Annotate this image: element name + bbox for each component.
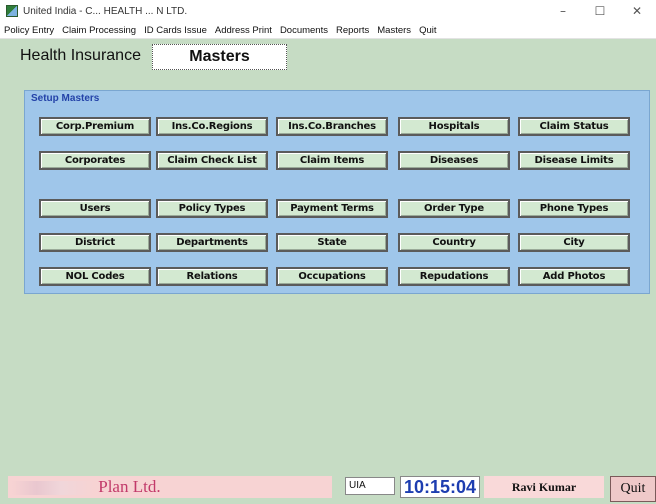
menu-claim-processing[interactable]: Claim Processing [58,25,140,36]
occupations-button[interactable]: Occupations [276,267,388,286]
setup-masters-panel: Setup Masters Corp.Premium Ins.Co.Regions… [24,90,650,294]
ins-co-regions-button[interactable]: Ins.Co.Regions [156,117,268,136]
ins-co-branches-button[interactable]: Ins.Co.Branches [276,117,388,136]
minimize-button[interactable]: – [548,2,578,20]
status-bar: Plan Ltd. UIA 10:15:04 Ravi Kumar Quit [0,474,656,504]
claim-status-button[interactable]: Claim Status [518,117,630,136]
claim-check-list-button[interactable]: Claim Check List [156,151,268,170]
add-photos-button[interactable]: Add Photos [518,267,630,286]
disease-limits-button[interactable]: Disease Limits [518,151,630,170]
menu-documents[interactable]: Documents [276,25,332,36]
module-label: Health Insurance [20,47,141,64]
brand-text: Plan Ltd. [98,477,161,496]
relations-button[interactable]: Relations [156,267,268,286]
brand-obscured-text [12,481,94,496]
brand-banner: Plan Ltd. [8,476,332,498]
district-button[interactable]: District [39,233,151,252]
corporates-button[interactable]: Corporates [39,151,151,170]
hospitals-button[interactable]: Hospitals [398,117,510,136]
diseases-button[interactable]: Diseases [398,151,510,170]
payment-terms-button[interactable]: Payment Terms [276,199,388,218]
phone-types-button[interactable]: Phone Types [518,199,630,218]
quit-button[interactable]: Quit [610,476,656,502]
menu-masters[interactable]: Masters [373,25,415,36]
state-button[interactable]: State [276,233,388,252]
menu-policy-entry[interactable]: Policy Entry [0,25,58,36]
menu-address-print[interactable]: Address Print [211,25,276,36]
corp-premium-button[interactable]: Corp.Premium [39,117,151,136]
claim-items-button[interactable]: Claim Items [276,151,388,170]
window-title: United India - C... HEALTH ... N LTD. [23,5,188,17]
maximize-button[interactable]: ☐ [585,2,615,20]
menu-bar: Policy Entry Claim Processing ID Cards I… [0,22,656,39]
policy-types-button[interactable]: Policy Types [156,199,268,218]
city-button[interactable]: City [518,233,630,252]
menu-quit[interactable]: Quit [415,25,440,36]
app-window: United India - C... HEALTH ... N LTD. – … [0,0,656,504]
departments-button[interactable]: Departments [156,233,268,252]
tab-masters[interactable]: Masters [152,44,287,70]
user-name-display: Ravi Kumar [484,476,604,498]
nol-codes-button[interactable]: NOL Codes [39,267,151,286]
user-code-field: UIA [345,477,395,495]
repudations-button[interactable]: Repudations [398,267,510,286]
title-bar: United India - C... HEALTH ... N LTD. – … [0,0,656,22]
users-button[interactable]: Users [39,199,151,218]
setup-masters-title: Setup Masters [31,93,100,104]
order-type-button[interactable]: Order Type [398,199,510,218]
clock-display: 10:15:04 [400,476,480,498]
app-icon [6,5,18,17]
close-button[interactable]: ✕ [622,2,652,20]
menu-reports[interactable]: Reports [332,25,373,36]
menu-id-cards-issue[interactable]: ID Cards Issue [140,25,211,36]
country-button[interactable]: Country [398,233,510,252]
